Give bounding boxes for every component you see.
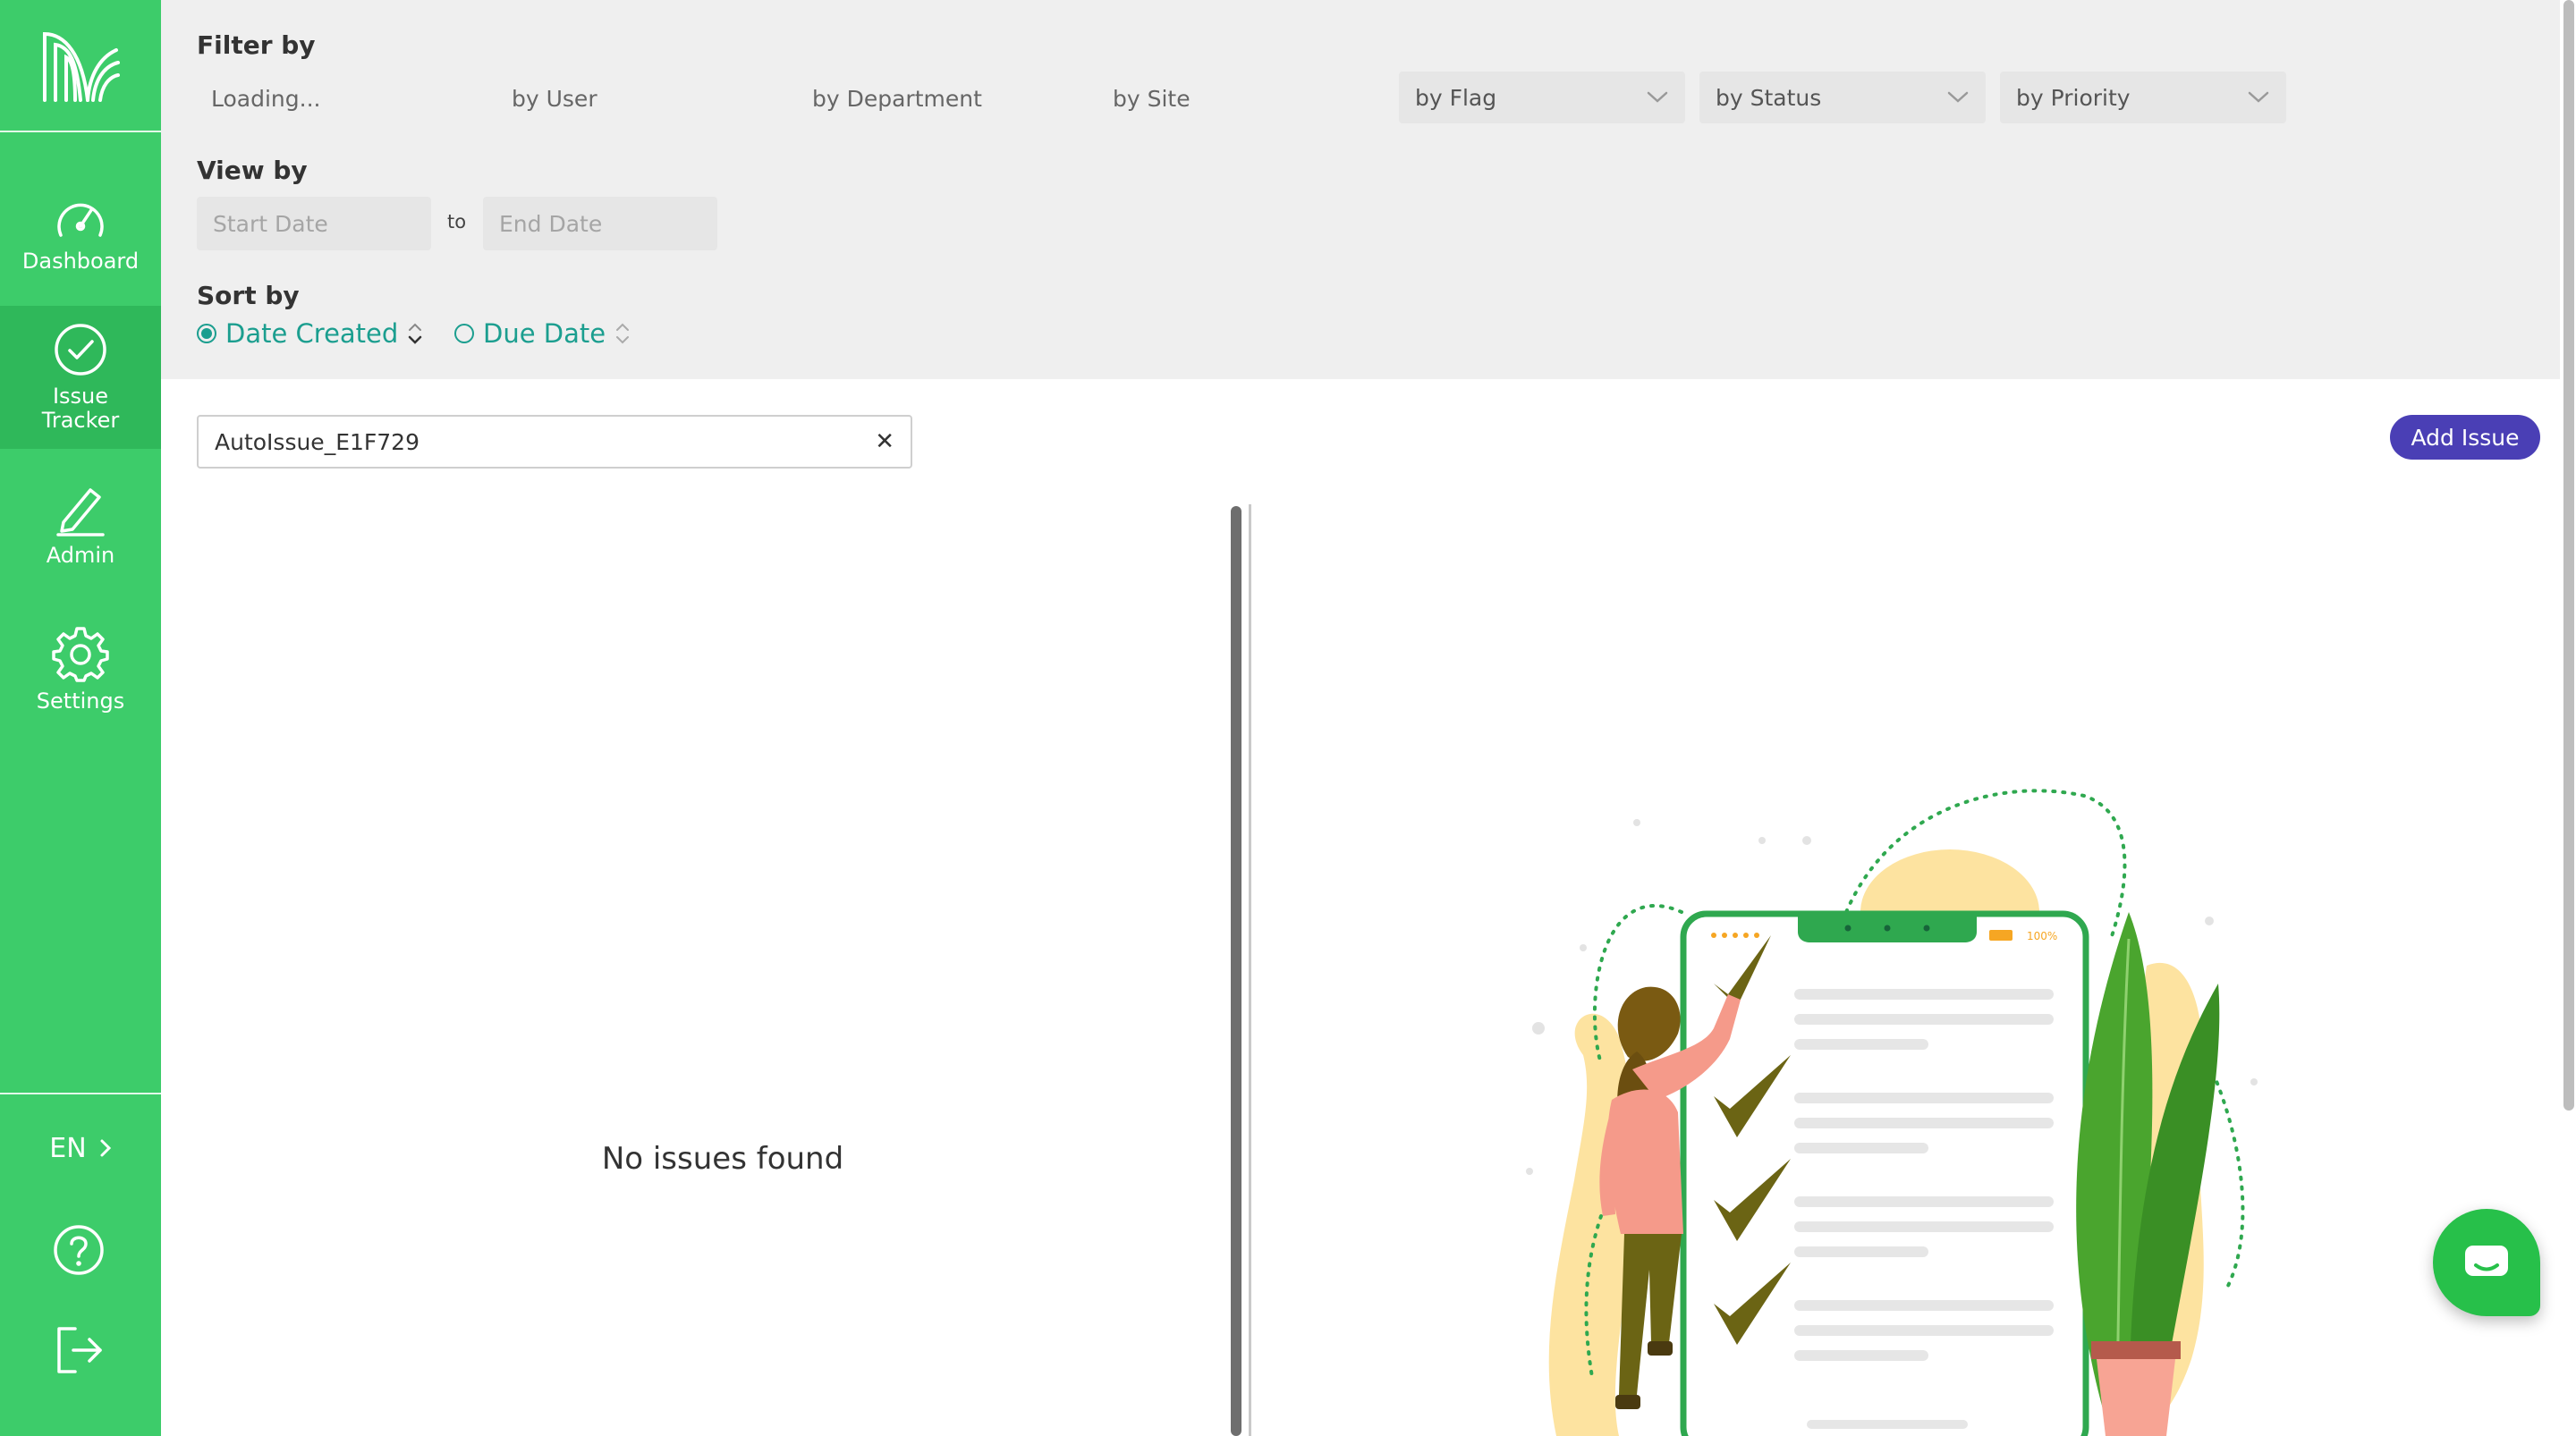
sort-by-heading: Sort by [197, 281, 300, 310]
select-label: by Priority [2016, 84, 2131, 111]
chat-icon [2465, 1246, 2508, 1276]
sort-option-label: Date Created [225, 318, 399, 349]
select-label: by Flag [1415, 84, 1497, 111]
radio-selected-icon[interactable] [197, 324, 216, 343]
sort-option-label: Due Date [483, 318, 606, 349]
sort-date-created[interactable]: Date Created [197, 318, 423, 349]
filter-by-flag-select[interactable]: by Flag [1399, 72, 1685, 123]
sidebar-item-label: Dashboard [21, 248, 140, 274]
empty-state-message: No issues found [601, 1141, 844, 1177]
search-field[interactable]: ✕ [197, 415, 912, 469]
app-logo[interactable] [0, 0, 161, 132]
sidebar-divider [0, 1093, 161, 1094]
select-label: by Status [1716, 84, 1822, 111]
sidebar-item-label: Admin [46, 542, 115, 568]
panel-divider[interactable] [1249, 504, 1251, 1436]
help-button[interactable] [52, 1223, 106, 1280]
language-label: EN [49, 1132, 87, 1164]
logout-button[interactable] [55, 1325, 104, 1379]
sidebar-item-dashboard[interactable]: Dashboard [0, 177, 161, 291]
sidebar-item-label-line1: Issue [52, 384, 109, 409]
filter-by-site[interactable]: by Site [1113, 86, 1191, 112]
help-icon [54, 1225, 104, 1275]
logo-icon [43, 31, 120, 102]
check-circle-icon [55, 324, 106, 376]
filter-loading-text: Loading... [211, 86, 321, 112]
speedometer-icon [57, 203, 104, 237]
sidebar-item-admin[interactable]: Admin [0, 465, 161, 583]
sidebar-item-settings[interactable]: Settings [0, 608, 161, 730]
radio-unselected-icon[interactable] [454, 324, 474, 343]
sort-toggle-icon[interactable] [407, 320, 423, 347]
sort-toggle-icon[interactable] [614, 320, 631, 347]
gear-icon [52, 626, 109, 682]
sidebar-item-label-line2: Tracker [41, 408, 120, 433]
add-issue-button[interactable]: Add Issue [2390, 415, 2540, 460]
filter-by-user[interactable]: by User [512, 86, 597, 112]
filter-panel: Filter by Loading... by User by Departme… [161, 0, 2560, 379]
search-input[interactable] [215, 428, 867, 455]
sidebar: Dashboard Issue Tracker Admin Settings E… [0, 0, 161, 1436]
logout-icon [57, 1327, 102, 1373]
checklist-illustration: 100% [1526, 789, 2258, 1436]
battery-label: 100% [2027, 930, 2057, 942]
pencil-icon [56, 487, 105, 536]
page-scrollbar[interactable] [2563, 0, 2574, 1111]
chevron-down-icon [1647, 91, 1668, 103]
chevron-down-icon [1947, 91, 1969, 103]
issues-list: No issues found [161, 501, 1234, 1436]
sort-due-date[interactable]: Due Date [454, 318, 631, 349]
end-date-input[interactable] [483, 197, 717, 250]
issues-list-scrollbar[interactable] [1231, 506, 1241, 1436]
chevron-right-icon [100, 1139, 111, 1157]
chevron-down-icon [2248, 91, 2269, 103]
chat-button[interactable] [2433, 1209, 2540, 1316]
sidebar-item-label: Settings [36, 688, 125, 714]
filter-by-status-select[interactable]: by Status [1699, 72, 1986, 123]
clear-search-icon[interactable]: ✕ [866, 428, 894, 455]
filter-by-priority-select[interactable]: by Priority [2000, 72, 2286, 123]
language-selector[interactable]: EN [0, 1119, 161, 1177]
sidebar-item-issue-tracker[interactable]: Issue Tracker [0, 306, 161, 449]
view-by-heading: View by [197, 156, 308, 185]
start-date-input[interactable] [197, 197, 431, 250]
filter-by-department[interactable]: by Department [812, 86, 982, 112]
date-range-to-label: to [447, 211, 467, 232]
filter-by-heading: Filter by [197, 30, 316, 60]
